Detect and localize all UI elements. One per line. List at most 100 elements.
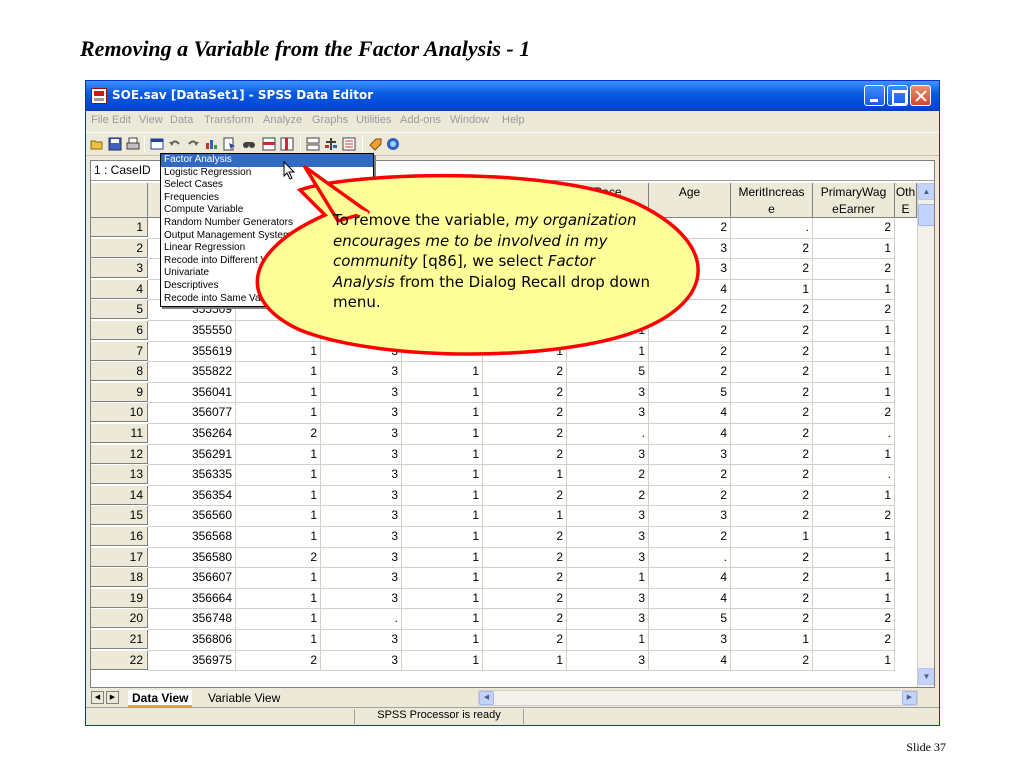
tab-left-arrow-icon[interactable]: ◀ xyxy=(91,691,104,704)
table-cell[interactable]: 5 xyxy=(649,382,731,404)
table-cell[interactable]: 2 xyxy=(731,341,813,363)
table-cell[interactable]: 1 xyxy=(483,341,567,363)
table-cell[interactable]: 356335 xyxy=(148,465,236,486)
row-header[interactable]: 5 xyxy=(91,300,148,320)
row-header[interactable]: 3 xyxy=(91,259,148,279)
tab-data-view[interactable]: Data View xyxy=(128,690,193,707)
scroll-thumb[interactable] xyxy=(918,204,934,226)
table-cell[interactable]: 1 xyxy=(236,362,321,383)
table-cell[interactable]: 3 xyxy=(649,238,731,260)
table-cell[interactable]: . xyxy=(813,424,895,445)
table-cell[interactable]: 3 xyxy=(321,485,402,507)
table-cell[interactable]: 2 xyxy=(649,300,731,321)
table-cell[interactable]: 3 xyxy=(649,259,731,280)
insert-case-icon[interactable] xyxy=(262,137,276,151)
table-cell[interactable]: 1 xyxy=(731,279,813,301)
table-cell[interactable]: 1 xyxy=(236,465,321,486)
table-cell[interactable]: 3 xyxy=(321,444,402,466)
open-icon[interactable] xyxy=(90,137,104,151)
table-cell[interactable]: . xyxy=(649,547,731,569)
table-cell[interactable]: 1 xyxy=(402,547,483,569)
table-cell[interactable]: 1 xyxy=(402,362,483,383)
table-cell[interactable]: 1 xyxy=(813,650,895,672)
row-header[interactable]: 13 xyxy=(91,465,148,485)
table-cell[interactable]: 1 xyxy=(236,630,321,651)
table-cell[interactable]: 1 xyxy=(813,527,895,548)
table-cell[interactable]: 1 xyxy=(731,527,813,548)
table-cell[interactable]: 2 xyxy=(813,506,895,527)
table-cell[interactable]: 2 xyxy=(483,547,567,569)
menu-analyze[interactable]: Analyze xyxy=(263,114,302,126)
table-cell[interactable]: 2 xyxy=(649,362,731,383)
table-cell[interactable]: 1 xyxy=(813,321,895,342)
table-cell[interactable]: 1 xyxy=(236,444,321,466)
menu-utilities[interactable]: Utilities xyxy=(356,114,391,126)
table-cell[interactable]: 1 xyxy=(813,547,895,569)
table-cell[interactable]: 2 xyxy=(483,362,567,383)
table-cell[interactable]: 4 xyxy=(649,588,731,610)
menu-transform[interactable]: Transform xyxy=(204,114,254,126)
table-cell[interactable]: 2 xyxy=(731,300,813,321)
table-cell[interactable]: 2 xyxy=(483,588,567,610)
menu-help[interactable]: Help xyxy=(502,114,525,126)
row-header[interactable]: 2 xyxy=(91,238,148,258)
table-cell[interactable]: 2 xyxy=(567,485,649,507)
goto-chart-icon[interactable] xyxy=(204,137,218,151)
dialog-recall-icon[interactable] xyxy=(150,137,164,151)
table-cell[interactable]: 2 xyxy=(236,650,321,672)
row-header[interactable]: 19 xyxy=(91,588,148,608)
menu-graphs[interactable]: Graphs xyxy=(312,114,348,126)
table-cell[interactable]: 2 xyxy=(649,527,731,548)
table-cell[interactable]: 1 xyxy=(813,588,895,610)
table-cell[interactable]: 2 xyxy=(731,403,813,424)
table-cell[interactable]: 1 xyxy=(813,444,895,466)
vertical-scrollbar[interactable]: ▲ ▼ xyxy=(917,183,934,687)
table-cell[interactable]: 3 xyxy=(321,321,402,342)
table-cell[interactable]: 2 xyxy=(483,568,567,589)
table-cell[interactable]: 3 xyxy=(649,444,731,466)
row-header[interactable]: 1 xyxy=(91,218,148,237)
table-cell[interactable]: 1 xyxy=(483,650,567,672)
table-cell[interactable]: 3 xyxy=(321,588,402,610)
table-cell[interactable]: 1 xyxy=(402,382,483,404)
redo-icon[interactable] xyxy=(186,137,200,151)
table-cell[interactable]: 3 xyxy=(567,506,649,527)
table-cell[interactable]: 1 xyxy=(236,321,321,342)
split-file-icon[interactable] xyxy=(306,137,320,151)
table-cell[interactable]: 1 xyxy=(236,506,321,527)
table-cell[interactable]: 3 xyxy=(567,547,649,569)
use-sets-icon[interactable] xyxy=(386,137,400,151)
row-header[interactable]: 4 xyxy=(91,279,148,299)
save-icon[interactable] xyxy=(108,137,122,151)
table-cell[interactable]: 2 xyxy=(483,382,567,404)
table-cell[interactable]: 3 xyxy=(321,341,402,363)
print-icon[interactable] xyxy=(126,137,140,151)
table-cell[interactable]: 2 xyxy=(567,465,649,486)
table-cell[interactable]: 1 xyxy=(567,341,649,363)
scroll-down-arrow-icon[interactable]: ▼ xyxy=(918,668,934,685)
table-cell[interactable]: 3 xyxy=(321,403,402,424)
table-cell[interactable]: 1 xyxy=(402,568,483,589)
maximize-button[interactable] xyxy=(887,85,908,106)
table-cell[interactable]: 3 xyxy=(321,650,402,672)
table-cell[interactable]: 3 xyxy=(649,630,731,651)
table-cell[interactable]: 1 xyxy=(483,465,567,486)
table-cell[interactable]: 1 xyxy=(731,630,813,651)
table-cell[interactable]: 2 xyxy=(731,506,813,527)
table-cell[interactable]: . xyxy=(567,424,649,445)
dialog-recall-item[interactable]: Frequencies xyxy=(161,192,373,205)
table-cell[interactable]: 2 xyxy=(649,218,731,239)
table-cell[interactable]: 356580 xyxy=(148,547,236,569)
table-cell[interactable]: 3 xyxy=(567,609,649,630)
table-cell[interactable] xyxy=(402,321,483,342)
table-cell[interactable]: 1 xyxy=(813,238,895,260)
menu-data[interactable]: Data xyxy=(170,114,193,126)
table-cell[interactable]: 2 xyxy=(731,568,813,589)
table-cell[interactable]: 4 xyxy=(649,424,731,445)
table-cell[interactable]: 356354 xyxy=(148,485,236,507)
table-cell[interactable]: 2 xyxy=(483,527,567,548)
table-cell[interactable]: 1 xyxy=(402,465,483,486)
table-cell[interactable]: 2 xyxy=(731,238,813,260)
row-header[interactable]: 9 xyxy=(91,382,148,402)
row-header[interactable]: 16 xyxy=(91,527,148,546)
